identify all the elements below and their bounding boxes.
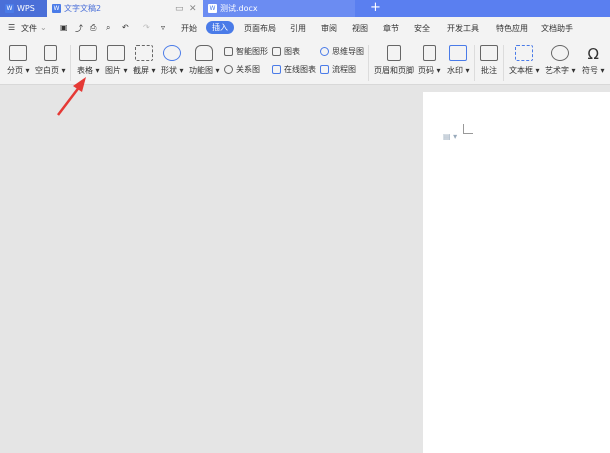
annotation-arrow	[57, 77, 86, 116]
arrow-head	[73, 77, 86, 92]
arrow-shaft	[57, 85, 81, 116]
